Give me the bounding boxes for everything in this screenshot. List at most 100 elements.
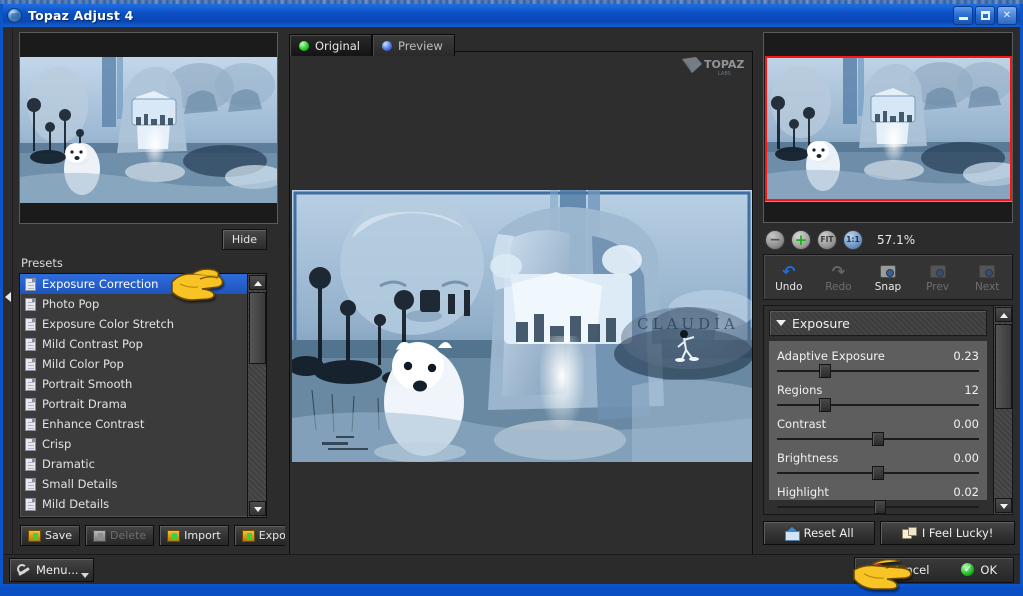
cancel-label: Cancel xyxy=(890,563,929,577)
preset-button-label: Save xyxy=(45,529,72,542)
original-thumbnail-box[interactable] xyxy=(19,32,278,224)
preset-file-icon xyxy=(25,298,36,311)
left-panel-collapse-strip[interactable] xyxy=(3,27,13,584)
parameters-box: Exposure Adaptive Exposure 0.23 Regions12 C… xyxy=(763,305,1013,515)
slider-track[interactable] xyxy=(777,466,979,480)
slider-knob[interactable] xyxy=(872,466,884,480)
preset-button-label: Import xyxy=(184,529,221,542)
tool-label: Snap xyxy=(865,281,911,293)
ok-label: OK xyxy=(980,563,997,577)
fit-button[interactable]: FIT xyxy=(817,230,837,250)
preset-file-icon xyxy=(25,438,36,451)
blue-dot-icon xyxy=(382,41,392,51)
tool-label: Prev xyxy=(915,281,961,293)
hide-button[interactable]: Hide xyxy=(222,229,267,250)
navigator-box[interactable] xyxy=(763,32,1013,223)
menu-button[interactable]: Menu... xyxy=(9,558,94,582)
preset-item[interactable]: Exposure Correction xyxy=(20,274,247,294)
next-tool-button: Next xyxy=(964,262,1010,293)
slider-knob[interactable] xyxy=(874,500,886,514)
maximize-icon xyxy=(981,11,990,20)
preset-item[interactable]: Small Details xyxy=(20,474,247,494)
watermark-figure-icon xyxy=(673,329,709,365)
tool-label: Redo xyxy=(815,281,861,293)
preset-file-icon xyxy=(25,458,36,471)
presets-scroll-thumb[interactable] xyxy=(249,292,266,364)
presets-scrollbar[interactable] xyxy=(247,274,266,517)
zoom-in-button[interactable]: + xyxy=(791,230,811,250)
tab-label: Original xyxy=(315,39,360,53)
reset-all-button[interactable]: Reset All xyxy=(763,521,875,545)
zoom-out-button[interactable]: − xyxy=(765,230,785,250)
i-feel-lucky-button[interactable]: I Feel Lucky! xyxy=(880,521,1015,545)
slider-label: Adaptive Exposure xyxy=(777,349,885,363)
slider-knob[interactable] xyxy=(819,364,831,378)
params-scroll-down-icon[interactable] xyxy=(995,498,1012,513)
close-button[interactable]: ✕ xyxy=(997,6,1017,25)
slider-value: 0.23 xyxy=(953,349,979,363)
globe-icon xyxy=(7,8,22,23)
preset-button-label: Delete xyxy=(110,529,146,542)
left-panel: Hide Presets Exposure CorrectionPhoto Po… xyxy=(13,27,285,584)
preset-item[interactable]: Mild Color Pop xyxy=(20,354,247,374)
tab-original[interactable]: Original xyxy=(289,34,372,56)
presets-list-box[interactable]: Exposure CorrectionPhoto PopExposure Col… xyxy=(19,273,267,518)
preset-item[interactable]: Exposure Color Stretch xyxy=(20,314,247,334)
slider-track[interactable] xyxy=(777,364,979,378)
save-preset-button[interactable]: Save xyxy=(20,525,80,546)
params-scroll-up-icon[interactable] xyxy=(995,307,1012,322)
prev-tool-button: Prev xyxy=(915,262,961,293)
preset-item[interactable]: Portrait Smooth xyxy=(20,374,247,394)
preset-item[interactable]: Mild Details xyxy=(20,494,247,514)
slider-track[interactable] xyxy=(777,398,979,412)
params-scroll-thumb[interactable] xyxy=(995,324,1012,409)
slider-knob[interactable] xyxy=(819,398,831,412)
slider-row: Adaptive Exposure 0.23 xyxy=(777,349,979,378)
preset-item[interactable]: Photo Pop xyxy=(20,294,247,314)
snap-tool-button[interactable]: Snap xyxy=(865,262,911,293)
presets-list[interactable]: Exposure CorrectionPhoto PopExposure Col… xyxy=(20,274,247,517)
preview-canvas[interactable]: TOPAZ LABS xyxy=(289,51,753,575)
preset-item[interactable]: Mild Contrast Pop xyxy=(20,334,247,354)
preset-actions-row: SaveDeleteImportExport xyxy=(19,525,279,546)
dice-icon xyxy=(902,527,916,539)
navigator-viewport-rect[interactable] xyxy=(765,56,1012,201)
topaz-labs-logo: TOPAZ LABS xyxy=(680,55,746,77)
chevron-left-icon[interactable] xyxy=(5,292,11,302)
window-controls: ✕ xyxy=(953,6,1017,25)
actual-size-button[interactable]: 1:1 xyxy=(843,230,863,250)
minimize-button[interactable] xyxy=(953,6,973,25)
image-watermark: CLAUDIA xyxy=(621,307,753,369)
preset-item[interactable]: Dramatic xyxy=(20,454,247,474)
tab-preview[interactable]: Preview xyxy=(372,34,455,56)
slider-label: Highlight xyxy=(777,485,829,499)
hide-row: Hide xyxy=(19,224,279,254)
redo-arrow-icon: ↷ xyxy=(815,262,861,281)
slider-track[interactable] xyxy=(777,500,979,514)
scroll-down-arrow-icon[interactable] xyxy=(249,501,266,516)
slider-knob[interactable] xyxy=(872,432,884,446)
slider-row: Regions12 xyxy=(777,383,979,412)
preset-item[interactable]: Enhance Contrast xyxy=(20,414,247,434)
box-export-icon xyxy=(242,530,255,542)
cancel-icon xyxy=(871,563,884,576)
preset-item-label: Mild Contrast Pop xyxy=(42,337,143,351)
maximize-button[interactable] xyxy=(975,6,995,25)
scroll-up-arrow-icon[interactable] xyxy=(249,275,266,290)
undo-tool-button[interactable]: ↶Undo xyxy=(766,262,812,293)
preset-file-icon xyxy=(25,338,36,351)
ok-button[interactable]: OK xyxy=(945,558,1013,582)
slider-label: Brightness xyxy=(777,451,838,465)
parameters-scrollbar[interactable] xyxy=(993,306,1012,514)
cancel-button[interactable]: Cancel xyxy=(855,558,945,582)
import-preset-button[interactable]: Import xyxy=(159,525,229,546)
preset-item[interactable]: Crisp xyxy=(20,434,247,454)
zoom-out-icon: − xyxy=(766,231,784,249)
preset-item[interactable]: Portrait Drama xyxy=(20,394,247,414)
camera-icon xyxy=(865,262,911,281)
slider-label: Contrast xyxy=(777,417,826,431)
application-window: Topaz Adjust 4 ✕ xyxy=(0,4,1023,587)
exposure-group-header[interactable]: Exposure xyxy=(769,310,987,336)
svg-text:TOPAZ: TOPAZ xyxy=(704,58,744,71)
slider-track[interactable] xyxy=(777,432,979,446)
